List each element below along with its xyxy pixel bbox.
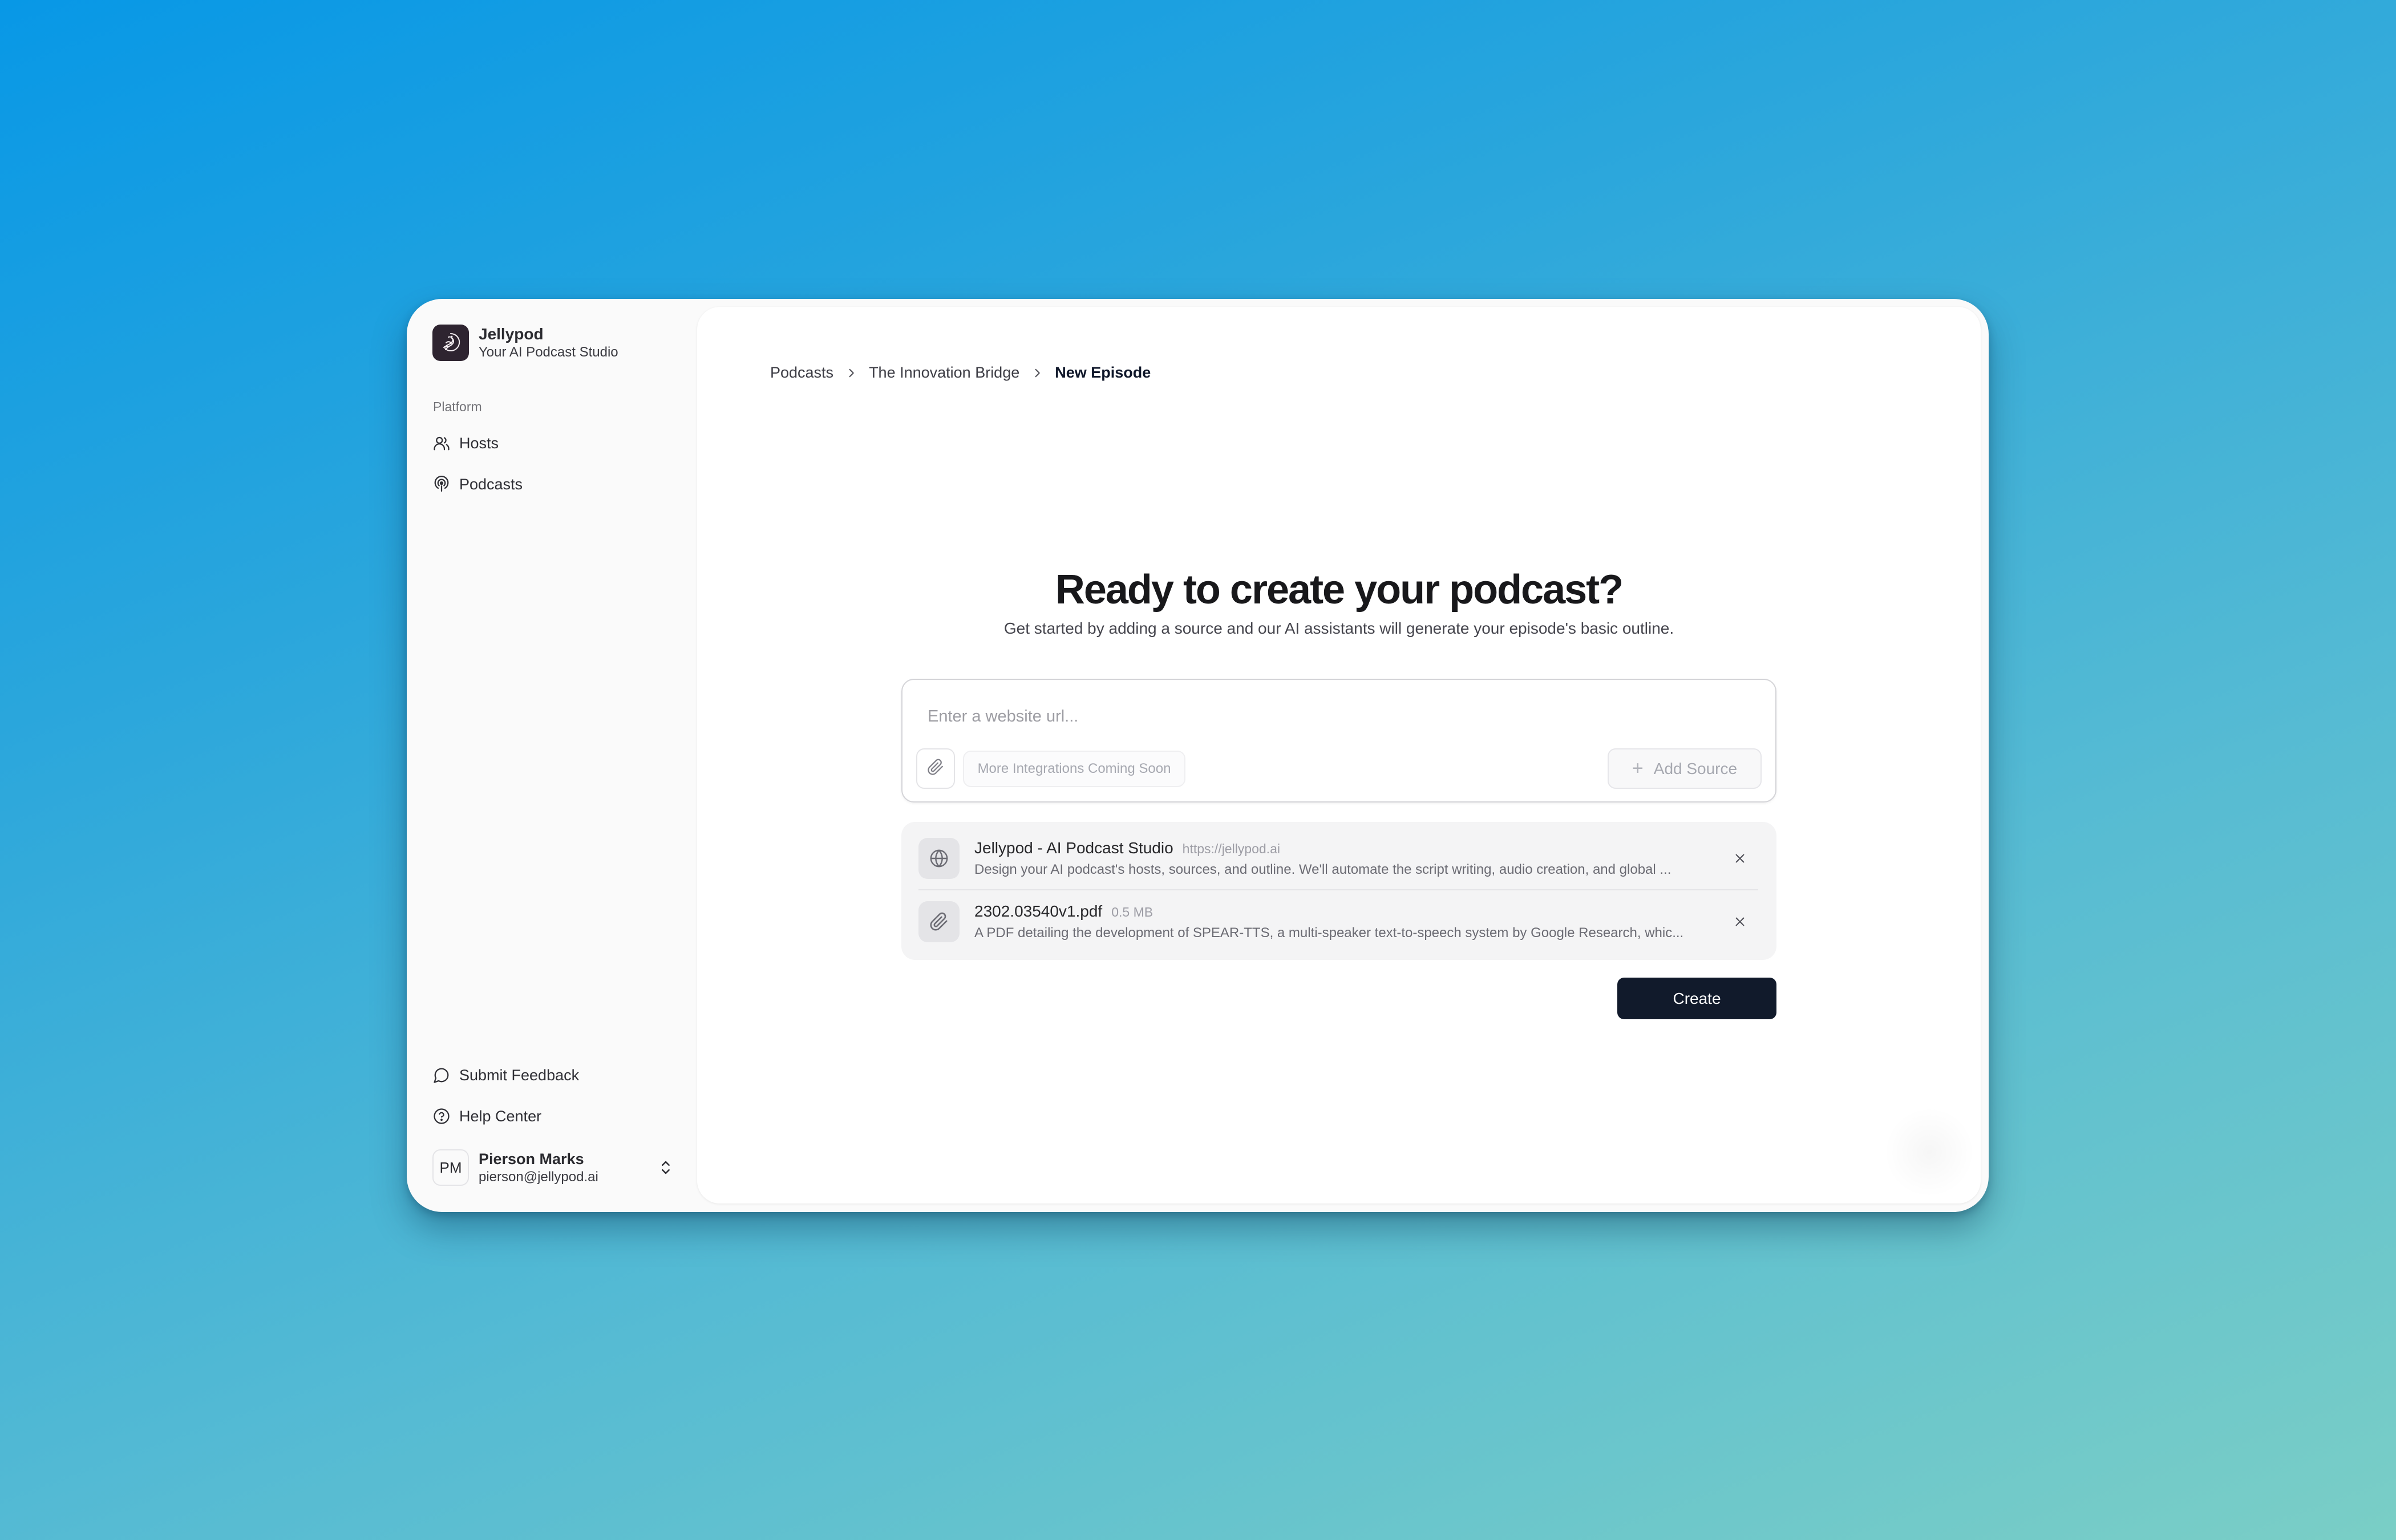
chevrons-up-down-icon[interactable] [657, 1156, 674, 1179]
users-icon [432, 433, 451, 453]
source-input-card: More Integrations Coming Soon + Add Sour… [901, 679, 1776, 803]
more-integrations-badge: More Integrations Coming Soon [963, 751, 1185, 787]
plus-icon: + [1632, 757, 1644, 779]
page-title: Ready to create your podcast? [1055, 567, 1624, 613]
breadcrumb-current: New Episode [1055, 364, 1151, 381]
sources-list: Jellypod - AI Podcast Studio https://jel… [901, 822, 1776, 960]
source-url[interactable]: https://jellypod.ai [1183, 841, 1280, 857]
paperclip-icon [927, 759, 944, 779]
source-item: 2302.03540v1.pdf 0.5 MB A PDF detailing … [918, 891, 1758, 951]
sidebar-item-submit-feedback[interactable]: Submit Feedback [432, 1061, 671, 1089]
sidebar-item-label: Podcasts [459, 475, 523, 493]
breadcrumb-podcast-name[interactable]: The Innovation Bridge [869, 364, 1019, 382]
globe-icon [918, 838, 960, 879]
source-title: Jellypod - AI Podcast Studio [974, 839, 1173, 857]
source-item: Jellypod - AI Podcast Studio https://jel… [918, 828, 1758, 890]
add-source-label: Add Source [1653, 759, 1738, 777]
app-tagline: Your AI Podcast Studio [479, 345, 618, 360]
jellypod-logo-icon [432, 325, 469, 361]
user-email: pierson@jellypod.ai [479, 1169, 598, 1185]
help-circle-icon [432, 1107, 451, 1126]
app-name: Jellypod [479, 325, 544, 343]
source-description: A PDF detailing the development of SPEAR… [974, 925, 1684, 941]
sidebar-item-label: Submit Feedback [459, 1066, 580, 1084]
user-menu[interactable]: PM Pierson Marks pierson@jellypod.ai [432, 1149, 678, 1186]
brand[interactable]: Jellypod Your AI Podcast Studio [432, 325, 618, 361]
source-title: 2302.03540v1.pdf [974, 902, 1103, 920]
floating-widget-shadow [1884, 1107, 1975, 1198]
sidebar-item-podcasts[interactable]: Podcasts [432, 470, 671, 499]
breadcrumb: Podcasts The Innovation Bridge New Episo… [770, 364, 1151, 382]
sidebar-item-label: Help Center [459, 1107, 542, 1125]
avatar: PM [432, 1149, 469, 1186]
message-circle-icon [432, 1065, 451, 1085]
remove-source-button[interactable] [1729, 847, 1751, 870]
sidebar: Jellypod Your AI Podcast Studio Platform… [407, 299, 697, 1212]
sidebar-item-label: Hosts [459, 434, 499, 452]
create-button[interactable]: Create [1617, 978, 1776, 1019]
chevron-right-icon [1033, 367, 1041, 379]
close-icon [1735, 917, 1745, 926]
sidebar-item-help-center[interactable]: Help Center [432, 1102, 671, 1130]
close-icon [1735, 854, 1745, 863]
add-source-button[interactable]: + Add Source [1608, 748, 1762, 789]
chevron-right-icon [847, 367, 855, 379]
podcast-icon [432, 475, 451, 494]
breadcrumb-podcasts[interactable]: Podcasts [770, 364, 833, 382]
section-label-platform: Platform [433, 399, 482, 414]
main-panel: Podcasts The Innovation Bridge New Episo… [697, 307, 1981, 1203]
paperclip-icon [918, 901, 960, 942]
remove-source-button[interactable] [1729, 910, 1751, 933]
user-name: Pierson Marks [479, 1150, 584, 1168]
attach-file-button[interactable] [916, 748, 955, 789]
source-file-size: 0.5 MB [1111, 904, 1154, 919]
page-subtitle: Get started by adding a source and our A… [1003, 619, 1674, 637]
app-window: Jellypod Your AI Podcast Studio Platform… [407, 299, 1989, 1212]
sidebar-item-hosts[interactable]: Hosts [432, 429, 671, 457]
website-url-input[interactable] [928, 704, 1726, 729]
source-description: Design your AI podcast's hosts, sources,… [974, 862, 1671, 877]
